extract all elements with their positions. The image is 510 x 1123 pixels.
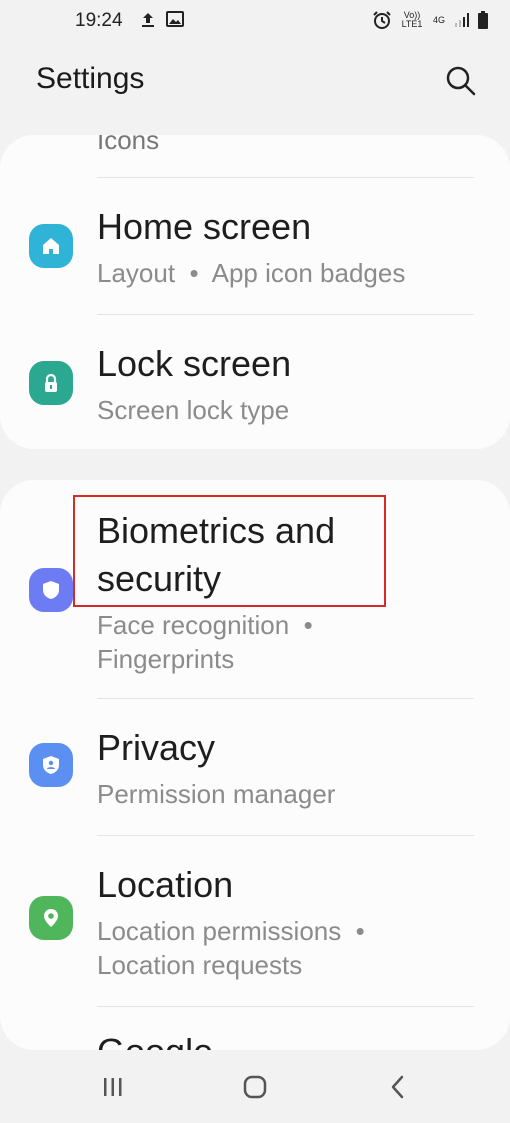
settings-item-icons[interactable]: Icons — [0, 135, 510, 177]
status-right-icons: Vo)) LTE1 4G — [372, 10, 488, 30]
home-nav-icon — [243, 1075, 267, 1099]
privacy-shield-icon — [43, 756, 59, 774]
network-gen-indicator: 4G — [432, 14, 445, 25]
item-subtitle-location-line1: Location permissions • — [97, 916, 365, 946]
settings-item-privacy[interactable]: Privacy Permission manager — [0, 699, 510, 835]
page-title: Settings — [36, 62, 145, 95]
shield-icon — [43, 581, 59, 599]
home-icon — [43, 238, 59, 254]
battery-icon — [478, 11, 488, 29]
settings-item-location[interactable]: Location Location permissions • Location… — [0, 836, 510, 1006]
settings-item-home-screen[interactable]: Home screen Layout • App icon badges — [0, 178, 510, 314]
item-subtitle-home-screen: Layout • App icon badges — [97, 258, 406, 288]
alarm-icon — [373, 11, 391, 29]
privacy-icon-badge — [29, 743, 73, 787]
item-subtitle-lock-screen: Screen lock type — [97, 395, 290, 425]
item-title-google: Google — [97, 1031, 213, 1050]
status-bar: 19:24 Vo)) LTE1 4G — [0, 0, 510, 44]
item-title-lock-screen: Lock screen — [97, 343, 292, 384]
biometrics-icon-badge — [29, 568, 73, 612]
lock-screen-icon-badge — [29, 361, 73, 405]
item-title-location: Location — [97, 864, 234, 905]
image-icon — [166, 11, 184, 27]
volte-indicator: Vo)) LTE1 — [401, 10, 423, 29]
back-button[interactable] — [378, 1070, 418, 1104]
item-subtitle-location-line2: Location requests — [97, 950, 303, 980]
home-screen-icon-badge — [29, 224, 73, 268]
settings-item-google[interactable]: Google — [0, 1007, 510, 1050]
search-button[interactable] — [444, 64, 478, 98]
recents-icon — [104, 1078, 122, 1096]
lock-icon — [45, 373, 57, 392]
status-time: 19:24 — [75, 10, 123, 31]
signal-icon — [455, 13, 469, 27]
settings-card-display: Icons Home screen Layout • App icon badg… — [0, 135, 510, 449]
item-subtitle-biometrics-line2: Fingerprints — [97, 644, 235, 674]
upload-icon — [142, 13, 154, 27]
item-title-home-screen: Home screen — [97, 206, 312, 247]
search-icon — [446, 66, 476, 96]
status-left-icons — [140, 11, 184, 29]
back-icon — [391, 1075, 404, 1099]
location-icon-badge — [29, 896, 73, 940]
item-title-icons: Icons — [97, 135, 160, 155]
recents-button[interactable] — [93, 1070, 133, 1104]
highlight-box — [73, 495, 386, 607]
home-button[interactable] — [235, 1070, 275, 1104]
item-title-privacy: Privacy — [97, 727, 216, 768]
item-subtitle-privacy: Permission manager — [97, 779, 336, 809]
settings-item-lock-screen[interactable]: Lock screen Screen lock type — [0, 315, 510, 449]
item-subtitle-biometrics-line1: Face recognition • — [97, 610, 313, 640]
navigation-bar — [0, 1050, 510, 1123]
location-pin-icon — [44, 909, 58, 927]
